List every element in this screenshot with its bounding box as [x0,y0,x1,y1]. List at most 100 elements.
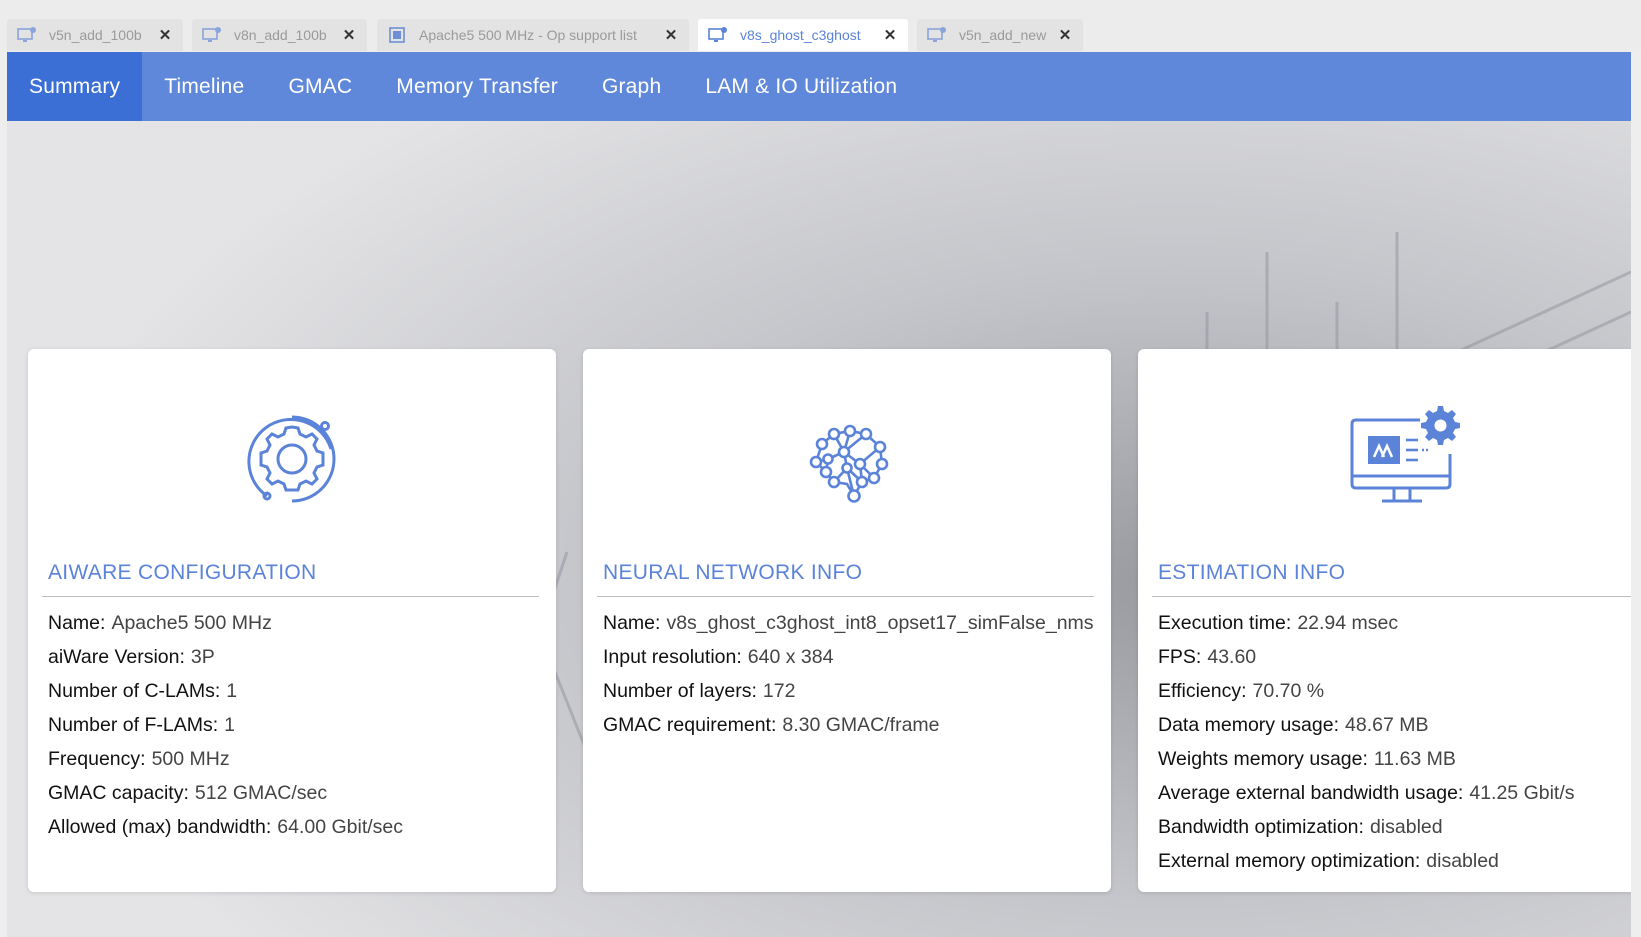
nav-label: GMAC [288,74,353,98]
info-row: Data memory usage: 48.67 MB [1158,708,1575,742]
card-icon-container [28,404,556,514]
info-row: GMAC requirement: 8.30 GMAC/frame [603,708,1094,742]
info-value: v8s_ghost_c3ghost_int8_opset17_simFalse_… [666,612,1094,634]
nav-timeline[interactable]: Timeline [142,52,266,121]
gear-icon [247,415,336,503]
card-icon-container [1138,404,1631,514]
info-key: GMAC requirement: [603,714,777,736]
nav-gmac[interactable]: GMAC [266,52,374,121]
tab-label: Apache5 500 MHz - Op support list [419,27,637,43]
info-row: FPS: 43.60 [1158,640,1575,674]
close-icon[interactable]: ✕ [878,23,902,47]
info-key: Name: [48,612,106,634]
nav-label: LAM & IO Utilization [705,74,898,98]
nav-graph[interactable]: Graph [580,52,683,121]
info-key: aiWare Version: [48,646,185,668]
info-key: Bandwidth optimization: [1158,816,1364,838]
info-row: Number of C-LAMs: 1 [48,674,403,708]
info-key: Efficiency: [1158,680,1247,702]
info-row: Weights memory usage: 11.63 MB [1158,742,1575,776]
monitor-icon [202,27,221,42]
info-key: Allowed (max) bandwidth: [48,816,272,838]
aiware-configuration-card: AIWARE CONFIGURATION Name: Apache5 500 MH… [28,349,556,892]
info-value: 172 [762,680,796,702]
tab-v5n-add-100b[interactable]: v5n_add_100b ✕ [7,19,183,51]
info-row: Execution time: 22.94 msec [1158,606,1575,640]
info-row: GMAC capacity: 512 GMAC/sec [48,776,403,810]
tab-v5n-add-new[interactable]: v5n_add_new ✕ [917,19,1083,51]
close-icon[interactable]: ✕ [1053,23,1077,47]
close-icon[interactable]: ✕ [659,23,683,47]
tab-v8n-add-100b[interactable]: v8n_add_100b ✕ [192,19,367,51]
info-row: Bandwidth optimization: disabled [1158,810,1575,844]
tab-label: v8n_add_100b [234,27,327,43]
info-value: 1 [224,714,235,736]
nav-memory-transfer[interactable]: Memory Transfer [374,52,580,121]
info-key: Data memory usage: [1158,714,1339,736]
info-row: Input resolution: 640 x 384 [603,640,1094,674]
neural-network-info-card: NEURAL NETWORK INFO Name: v8s_ghost_c3gho… [583,349,1111,892]
monitor-icon [17,27,36,42]
info-value: 1 [226,680,238,702]
card-title: AIWARE CONFIGURATION [48,561,317,584]
tab-op-support-list[interactable]: Apache5 500 MHz - Op support list ✕ [377,19,689,51]
nav-label: Summary [29,74,121,98]
nav-label: Graph [601,74,662,98]
info-value: 48.67 MB [1345,714,1429,736]
info-value: disabled [1369,816,1443,838]
info-list: Execution time: 22.94 msec FPS: 43.60 Effi… [1158,606,1575,878]
card-title: ESTIMATION INFO [1158,561,1346,584]
tab-label: v5n_add_100b [49,27,142,43]
info-key: FPS: [1158,646,1202,668]
tab-label: v8s_ghost_c3ghost [740,27,861,43]
info-row: Allowed (max) bandwidth: 64.00 Gbit/sec [48,810,403,844]
info-row: Number of layers: 172 [603,674,1094,708]
card-icon-container [583,404,1111,514]
nav-lam-io-utilization[interactable]: LAM & IO Utilization [683,52,919,121]
chip-icon [389,27,405,43]
info-value: 3P [190,646,215,668]
main-window: Summary Timeline GMAC Memory Transfer Gr… [7,52,1631,937]
info-row: Name: Apache5 500 MHz [48,606,403,640]
info-value: 43.60 [1207,646,1257,668]
tab-v8s-ghost-c3ghost[interactable]: v8s_ghost_c3ghost ✕ [698,19,908,51]
info-value: 41.25 Gbit/s [1469,782,1575,804]
close-icon[interactable]: ✕ [153,23,177,47]
info-value: disabled [1426,850,1499,872]
info-value: 22.94 msec [1297,612,1399,634]
info-key: Name: [603,612,661,634]
main-nav: Summary Timeline GMAC Memory Transfer Gr… [7,52,1631,121]
divider [1152,596,1631,597]
info-key: External memory optimization: [1158,850,1421,872]
monitor-icon [927,27,946,42]
info-key: Weights memory usage: [1158,748,1368,770]
info-value: 512 GMAC/sec [194,782,328,804]
info-key: GMAC capacity: [48,782,189,804]
info-row: aiWare Version: 3P [48,640,403,674]
info-row: External memory optimization: disabled [1158,844,1575,878]
estimation-info-card: ESTIMATION INFO Execution time: 22.94 mse… [1138,349,1631,892]
info-value: Apache5 500 MHz [111,612,272,634]
close-icon[interactable]: ✕ [337,23,361,47]
info-value: 70.70 % [1252,680,1325,702]
info-key: Input resolution: [603,646,742,668]
info-key: Frequency: [48,748,146,770]
nav-label: Timeline [164,74,245,98]
info-key: Number of layers: [603,680,757,702]
info-value: 500 MHz [151,748,230,770]
info-row: Average external bandwidth usage: 41.25 G… [1158,776,1575,810]
info-key: Average external bandwidth usage: [1158,782,1464,804]
info-value: 640 x 384 [747,646,834,668]
card-title: NEURAL NETWORK INFO [603,561,863,584]
info-key: Execution time: [1158,612,1292,634]
info-value: 11.63 MB [1373,748,1456,770]
monitor-settings-icon [1350,406,1460,503]
brain-network-icon [809,424,889,503]
info-value: 64.00 Gbit/sec [277,816,404,838]
info-value: 8.30 GMAC/frame [782,714,940,736]
nav-summary[interactable]: Summary [7,52,143,121]
info-row: Name: v8s_ghost_c3ghost_int8_opset17_simF… [603,606,1094,640]
info-list: Name: Apache5 500 MHz aiWare Version: 3P N… [48,606,403,844]
monitor-icon [708,27,727,42]
divider [597,596,1094,597]
